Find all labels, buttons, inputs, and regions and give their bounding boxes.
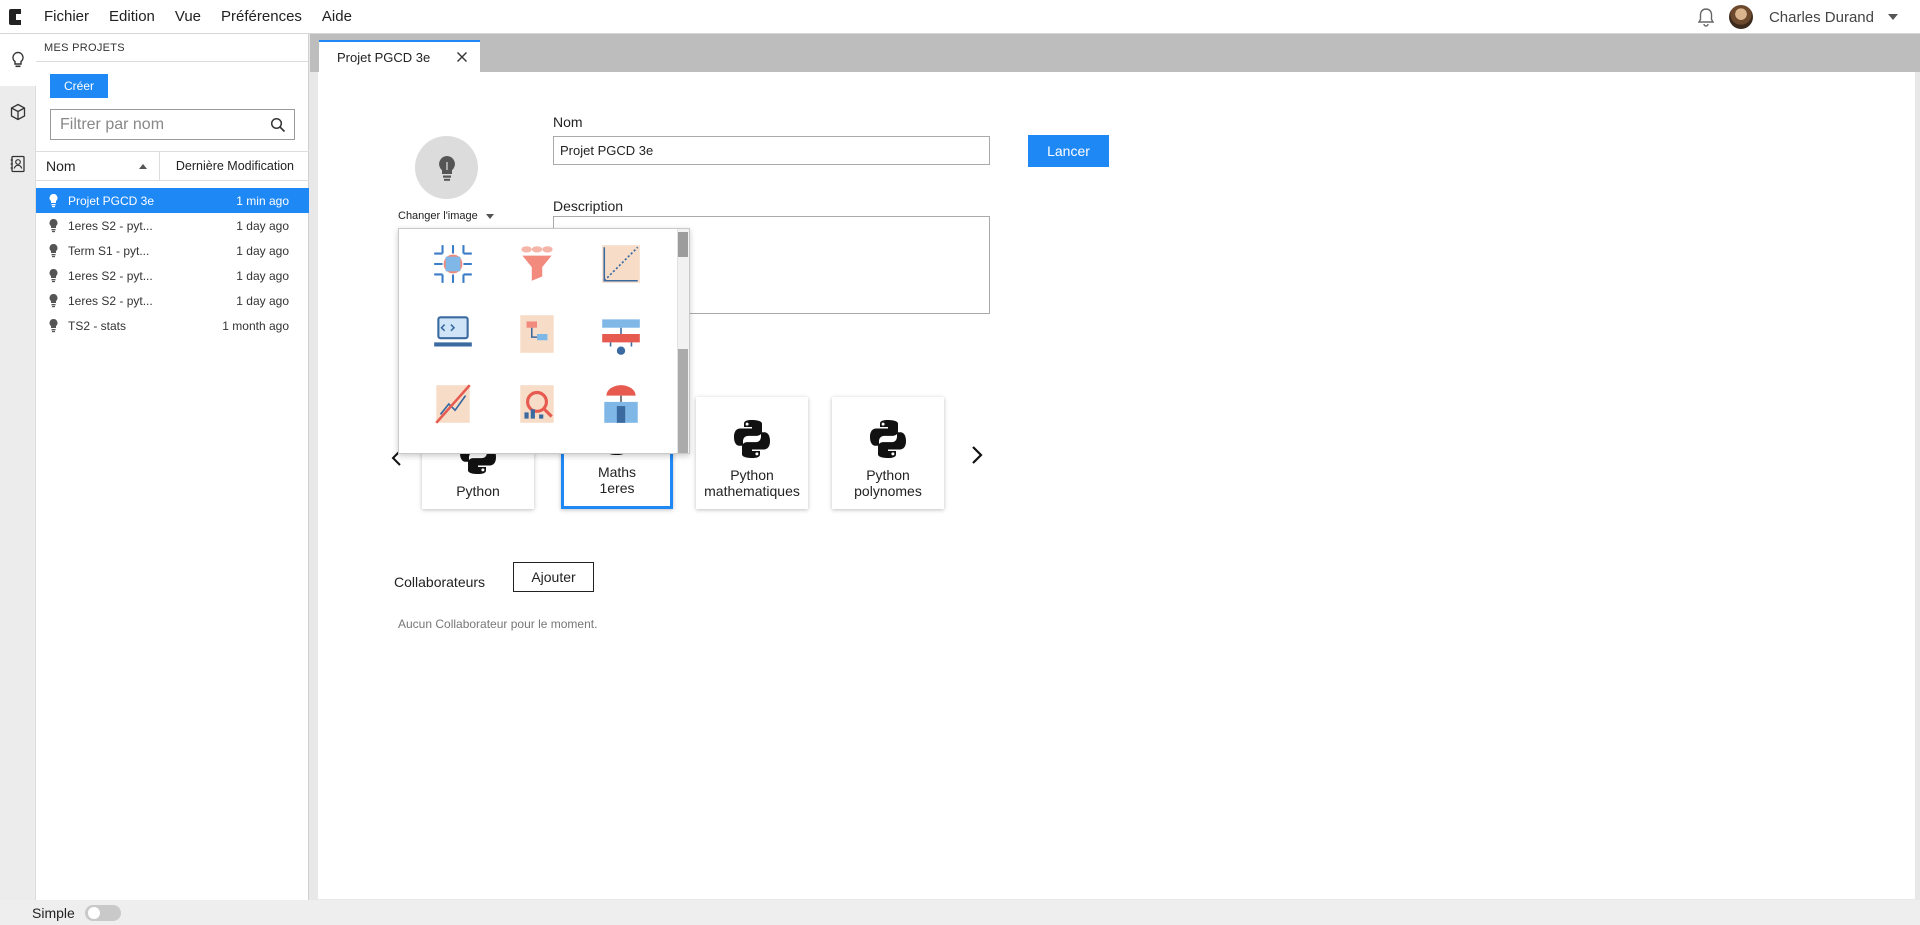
contact-card-icon — [10, 155, 25, 173]
menu-bar: Fichier Edition Vue Préférences Aide Cha… — [0, 0, 1920, 34]
menu-aide[interactable]: Aide — [322, 8, 352, 25]
filter-field[interactable] — [50, 109, 295, 140]
flowchart-doc-icon[interactable] — [495, 311, 579, 381]
tab-projet-pgcd[interactable]: Projet PGCD 3e — [319, 40, 480, 72]
lightbulb-icon — [12, 51, 24, 68]
launch-button[interactable]: Lancer — [1028, 135, 1109, 167]
funnel-icon[interactable] — [495, 241, 579, 311]
chip-icon[interactable] — [411, 241, 495, 311]
no-collaborators-text: Aucun Collaborateur pour le moment. — [398, 617, 598, 631]
avatar[interactable] — [1728, 5, 1753, 29]
search-icon[interactable] — [270, 117, 286, 138]
project-name: Projet PGCD 3e — [68, 193, 155, 208]
template-name: Python polynomes — [854, 467, 922, 499]
project-name: Term S1 - pyt... — [68, 243, 150, 258]
sort-ascending-icon[interactable] — [139, 163, 147, 169]
building-umbrella-icon[interactable] — [579, 381, 663, 451]
line-chart-icon[interactable] — [579, 241, 663, 311]
app-logo — [0, 0, 30, 34]
picker-scrollbar-region[interactable] — [678, 349, 688, 453]
image-picker-grid — [411, 241, 689, 451]
table-row[interactable]: Projet PGCD 3e 1 min ago — [36, 188, 309, 213]
cube-icon — [10, 103, 26, 121]
tab-bar: Projet PGCD 3e — [310, 34, 1920, 72]
project-date: 1 day ago — [236, 218, 289, 233]
rail-contacts-button[interactable] — [0, 138, 36, 190]
close-tab-icon[interactable] — [455, 50, 469, 67]
mode-label: Simple — [32, 904, 75, 921]
python-logo-icon — [734, 420, 770, 458]
change-image-label: Changer l'image — [398, 210, 478, 222]
project-date: 1 day ago — [236, 268, 289, 283]
menu-edition[interactable]: Edition — [109, 8, 155, 25]
notification-bell-icon[interactable] — [1695, 6, 1717, 28]
add-collaborator-button[interactable]: Ajouter — [513, 562, 594, 592]
python-logo-icon — [870, 420, 906, 458]
status-bar: Simple — [0, 900, 1920, 925]
lightbulb-icon — [46, 293, 60, 309]
user-menu-chevron-down-icon[interactable] — [1888, 14, 1898, 20]
table-row[interactable]: 1eres S2 - pyt... 1 day ago — [36, 288, 309, 313]
project-name: 1eres S2 - pyt... — [68, 218, 153, 233]
lightbulb-icon — [46, 218, 60, 234]
carousel-next-chevron-right-icon[interactable] — [970, 445, 984, 470]
project-date: 1 day ago — [236, 243, 289, 258]
table-row[interactable]: TS2 - stats 1 month ago — [36, 313, 309, 338]
description-label: Description — [553, 198, 624, 214]
lightbulb-icon — [46, 193, 60, 209]
template-card[interactable]: Python mathematiques — [696, 397, 808, 509]
project-name: TS2 - stats — [68, 318, 127, 333]
name-label: Nom — [553, 114, 583, 130]
sidebar-title: MES PROJETS — [36, 34, 308, 62]
column-name-header[interactable]: Nom — [36, 151, 160, 181]
column-date-header[interactable]: Dernière Modification — [160, 159, 309, 173]
chart-magnifier-icon[interactable] — [495, 381, 579, 451]
picker-scrollbar-thumb[interactable] — [678, 232, 688, 257]
rail-packages-button[interactable] — [0, 86, 36, 138]
network-diagram-icon[interactable] — [579, 311, 663, 381]
user-name[interactable]: Charles Durand — [1769, 9, 1874, 26]
chevron-down-icon — [485, 213, 494, 219]
project-image[interactable] — [415, 136, 478, 199]
project-editor: Changer l'image Nom Projet PGCD 3e Lance… — [318, 72, 1915, 899]
laptop-code-icon[interactable] — [411, 311, 495, 381]
filter-input[interactable] — [60, 115, 260, 134]
template-name: Maths 1eres — [597, 464, 637, 496]
menu-fichier[interactable]: Fichier — [44, 8, 89, 25]
no-chart-icon[interactable] — [411, 381, 495, 451]
template-name: Python — [456, 483, 500, 499]
name-input[interactable]: Projet PGCD 3e — [553, 136, 990, 165]
lightbulb-icon — [46, 243, 60, 259]
tab-title: Projet PGCD 3e — [337, 49, 431, 65]
projects-sidebar: MES PROJETS Créer Nom Dernière Modificat… — [36, 34, 309, 900]
projects-table-header: Nom Dernière Modification — [36, 151, 309, 181]
template-name: Python mathematiques — [704, 467, 800, 499]
menu-preferences[interactable]: Préférences — [221, 8, 302, 25]
project-date: 1 month ago — [222, 318, 289, 333]
change-image-dropdown[interactable]: Changer l'image — [398, 210, 494, 222]
rail-projects-button[interactable] — [0, 34, 36, 86]
column-name-label: Nom — [46, 158, 76, 174]
simple-mode-toggle[interactable] — [84, 904, 121, 921]
menu-vue[interactable]: Vue — [175, 8, 201, 25]
lightbulb-icon — [46, 268, 60, 284]
collaborators-label: Collaborateurs — [394, 574, 486, 590]
table-row[interactable]: Term S1 - pyt... 1 day ago — [36, 238, 309, 263]
left-rail — [0, 34, 36, 900]
projects-list: Projet PGCD 3e 1 min ago 1eres S2 - pyt...… — [36, 188, 309, 338]
project-date: 1 min ago — [236, 193, 289, 208]
lightbulb-icon — [438, 155, 455, 181]
project-name: 1eres S2 - pyt... — [68, 268, 153, 283]
image-picker-popup — [398, 228, 690, 454]
project-name: 1eres S2 - pyt... — [68, 293, 153, 308]
project-date: 1 day ago — [236, 293, 289, 308]
lightbulb-icon — [46, 318, 60, 334]
table-row[interactable]: 1eres S2 - pyt... 1 day ago — [36, 263, 309, 288]
create-project-button[interactable]: Créer — [50, 74, 108, 98]
table-row[interactable]: 1eres S2 - pyt... 1 day ago — [36, 213, 309, 238]
template-card[interactable]: Python polynomes — [832, 397, 944, 509]
